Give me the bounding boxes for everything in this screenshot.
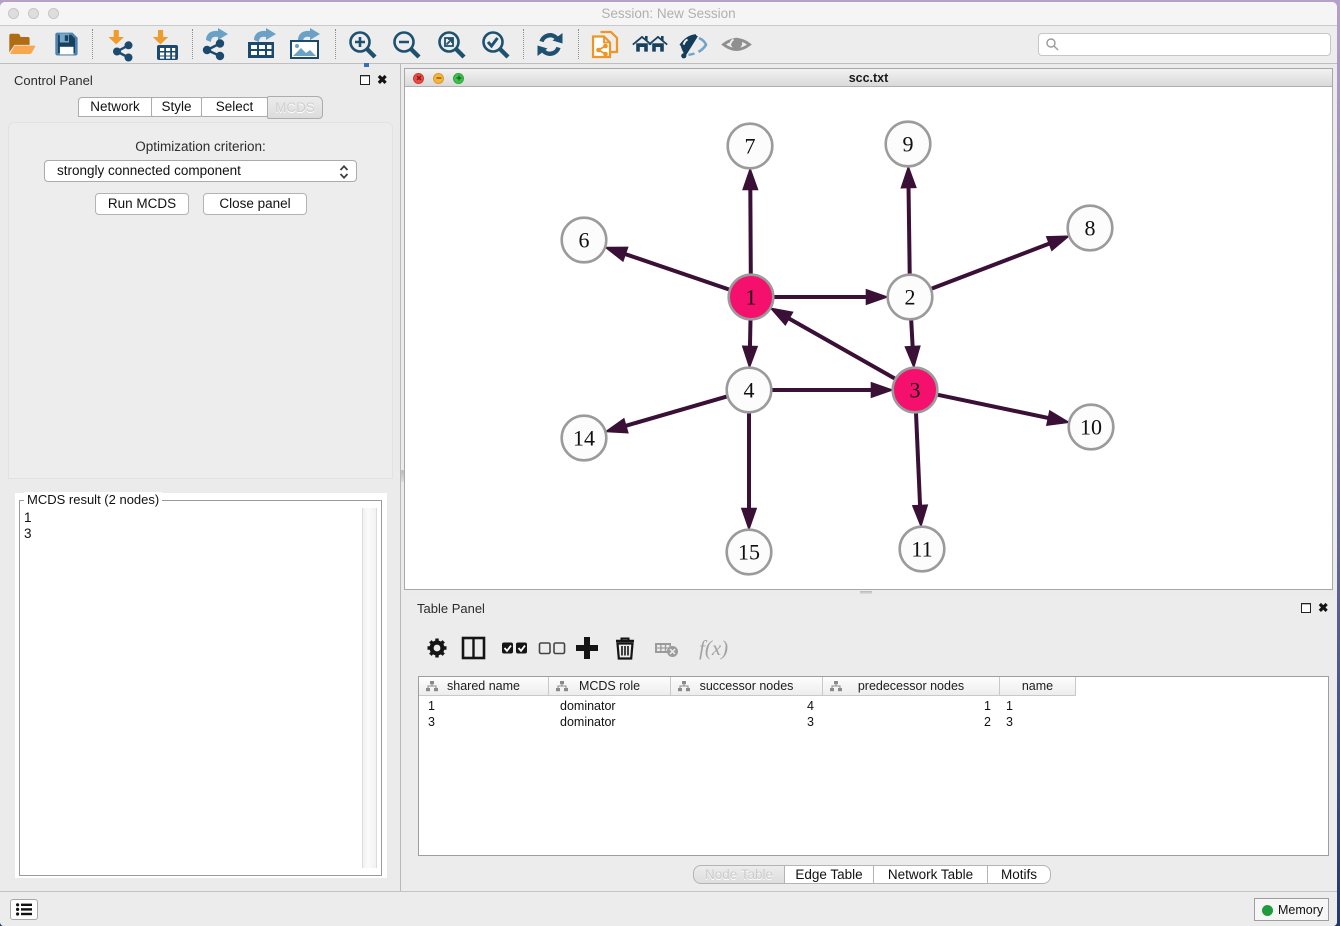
svg-text:4: 4 [744,378,755,403]
svg-text:3: 3 [910,378,921,403]
svg-text:1: 1 [746,285,757,310]
svg-text:f(x): f(x) [699,636,728,660]
svg-text:8: 8 [1085,216,1096,241]
svg-text:14: 14 [573,426,595,451]
svg-text:9: 9 [903,132,914,157]
svg-text:11: 11 [911,537,932,562]
svg-text:6: 6 [579,228,590,253]
svg-text:2: 2 [905,285,916,310]
svg-text:10: 10 [1080,415,1102,440]
svg-text:7: 7 [745,134,756,159]
svg-text:15: 15 [738,540,760,565]
